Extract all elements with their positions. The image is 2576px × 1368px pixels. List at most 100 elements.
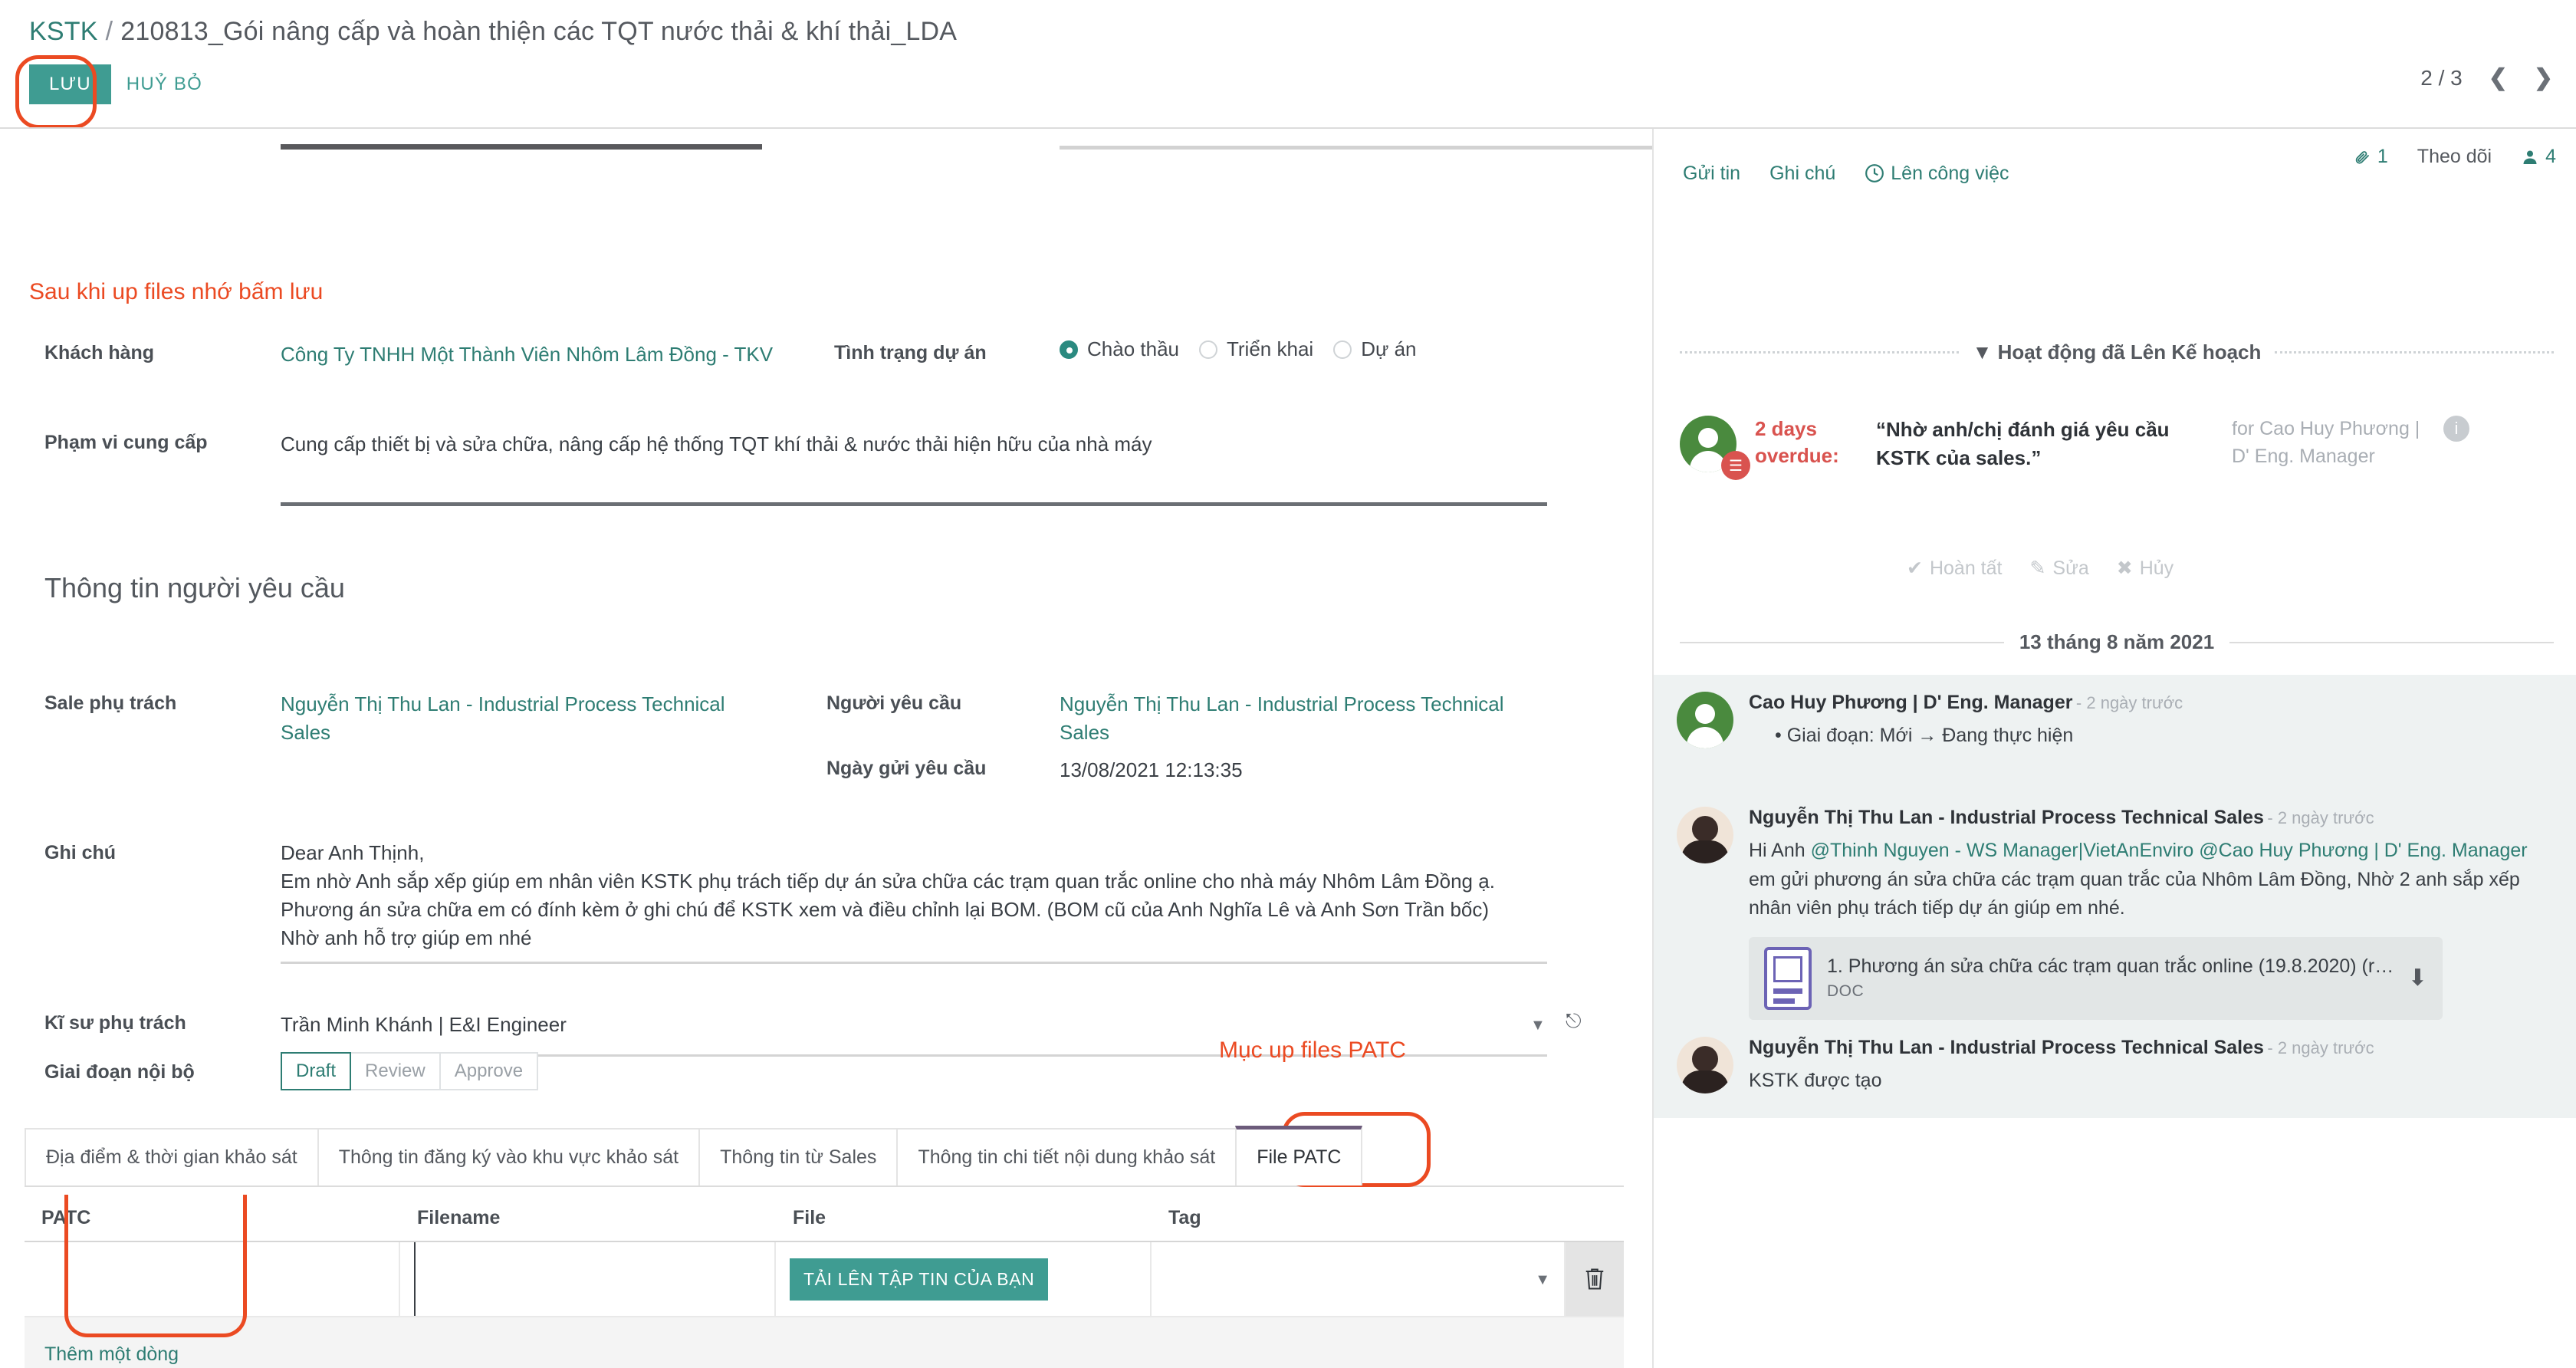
divider-line-left	[1680, 641, 2004, 643]
tab-thong-tin-tu-sales[interactable]: Thông tin từ Sales	[698, 1128, 899, 1185]
radio-label: Triển khai	[1226, 337, 1314, 360]
project-status-radio-group: Chào thầu Triển khai Dự án	[1060, 337, 1417, 361]
activity-edit-button[interactable]: ✎ Sửa	[2029, 557, 2088, 580]
attachment-count-button[interactable]: 1	[2353, 146, 2388, 168]
label-project-status: Tình trạng dự án	[834, 342, 987, 363]
log-note-label: Ghi chú	[1769, 162, 1836, 184]
log-note-button[interactable]: Ghi chú	[1769, 163, 1835, 185]
cell-patc[interactable]	[25, 1242, 400, 1316]
activity-cancel-button[interactable]: ✖ Hủy	[2117, 557, 2174, 580]
message-body: Nguyễn Thị Thu Lan - Industrial Process …	[1749, 1037, 2538, 1101]
notes-field-underline	[281, 962, 1547, 964]
radio-option-trien-khai[interactable]: Triển khai	[1198, 337, 1314, 361]
message-attachment[interactable]: 1. Phương án sửa chữa các trạm quan trắc…	[1749, 936, 2443, 1020]
message-header: Cao Huy Phương | D' Eng. Manager - 2 ngà…	[1749, 692, 2538, 714]
tab-thong-tin-chi-tiet[interactable]: Thông tin chi tiết nội dung khảo sát	[896, 1128, 1237, 1185]
cell-tag[interactable]: ▼	[1152, 1242, 1566, 1316]
divider-line-right	[2275, 351, 2555, 354]
followers-button[interactable]: 4	[2521, 146, 2556, 168]
form-sheet-pane: Sau khi up files nhớ bấm lưu Khách hàng …	[0, 129, 1654, 1368]
chevron-down-icon[interactable]: ▼	[1535, 1271, 1550, 1289]
info-icon[interactable]: i	[2443, 416, 2469, 442]
tag-input[interactable]	[1165, 1242, 1550, 1316]
chevron-down-icon[interactable]: ▼	[1530, 1017, 1546, 1034]
filename-input[interactable]	[414, 1242, 761, 1316]
notes-line: Nhờ anh hỗ trợ giúp em nhé	[281, 926, 532, 949]
tab-dia-diem-thoi-gian-khao-sat[interactable]: Địa điểm & thời gian khảo sát	[25, 1128, 319, 1185]
stage-button-approve[interactable]: Approve	[439, 1052, 539, 1090]
label-sale-owner: Sale phụ trách	[44, 692, 177, 714]
planned-activity-item: ☰ 2 days overdue: “Nhờ anh/chị đánh giá …	[1680, 416, 2561, 480]
column-header-patc: PATC	[41, 1206, 91, 1228]
paperclip-icon	[2355, 150, 2369, 164]
send-message-button[interactable]: Gửi tin	[1683, 163, 1740, 185]
notebook-tab-list: Địa điểm & thời gian khảo sát Thông tin …	[25, 1126, 1624, 1187]
notes-line: Dear Anh Thịnh,	[281, 841, 425, 864]
divider-line-left	[1680, 351, 1959, 354]
pager-next-icon[interactable]: ❯	[2534, 67, 2553, 90]
value-sale-owner[interactable]: Nguyễn Thị Thu Lan - Industrial Process …	[281, 690, 741, 747]
external-link-icon[interactable]: ⎋	[1566, 1009, 1582, 1034]
download-icon[interactable]: ⬇	[2408, 965, 2427, 991]
value-engineer[interactable]: Trần Minh Khánh | E&I Engineer	[281, 1011, 567, 1039]
activity-overdue-label: 2 days overdue:	[1755, 417, 1839, 468]
avatar	[1677, 692, 1733, 748]
stage-button-review[interactable]: Review	[350, 1052, 441, 1090]
internal-stage-buttons: Draft Review Approve	[281, 1052, 539, 1090]
label-customer: Khách hàng	[44, 342, 155, 363]
message-bullet-text: Giai đoạn: Mới → Đang thực hiện	[1786, 725, 2074, 746]
table-row: TẢI LÊN TẬP TIN CỦA BẠN ▼	[25, 1242, 1624, 1317]
value-customer[interactable]: Công Ty TNHH Một Thành Viên Nhôm Lâm Đồn…	[281, 340, 817, 369]
radio-dot-icon[interactable]	[1198, 340, 1217, 359]
planned-activity-title[interactable]: ▼ Hoạt động đã Lên Kế hoạch	[1973, 340, 2262, 364]
follower-count: 4	[2545, 146, 2556, 167]
partial-field-underline-right	[1060, 146, 1652, 150]
radio-option-du-an[interactable]: Dự án	[1333, 337, 1417, 361]
tab-thong-tin-dang-ky[interactable]: Thông tin đăng ký vào khu vực khảo sát	[317, 1128, 701, 1185]
tab-file-patc[interactable]: File PATC	[1235, 1126, 1363, 1185]
label-engineer: Kĩ sư phụ trách	[44, 1012, 186, 1034]
cell-filename[interactable]	[400, 1242, 776, 1316]
radio-option-chao-thau[interactable]: Chào thầu	[1060, 337, 1179, 361]
value-request-date[interactable]: 13/08/2021 12:13:35	[1060, 756, 1243, 784]
value-requester[interactable]: Nguyễn Thị Thu Lan - Industrial Process …	[1060, 690, 1520, 747]
planned-activity-divider: ▼ Hoạt động đã Lên Kế hoạch	[1680, 340, 2555, 364]
notes-line: Em nhờ Anh sắp xếp giúp em nhân viên KST…	[281, 869, 1495, 893]
pager-previous-icon[interactable]: ❮	[2489, 67, 2508, 90]
message-text-prefix: Hi Anh	[1749, 840, 1811, 861]
save-button[interactable]: LƯU	[29, 64, 111, 104]
mention-link[interactable]: @Thinh Nguyen - WS Manager|VietAnEnviro	[1811, 840, 2194, 861]
stage-button-draft[interactable]: Draft	[281, 1052, 352, 1090]
breadcrumb-current: 210813_Gói nâng cấp và hoàn thiện các TQ…	[120, 17, 958, 46]
label-internal-stage: Giai đoạn nội bộ	[44, 1061, 195, 1083]
radio-dot-icon[interactable]	[1060, 340, 1078, 359]
avatar-head-shape	[1692, 1046, 1718, 1072]
annotation-save-reminder: Sau khi up files nhớ bấm lưu	[29, 279, 324, 304]
activity-done-button[interactable]: ✔ Hoàn tất	[1907, 557, 2002, 580]
pager-count: 2 / 3	[2420, 66, 2463, 90]
label-requester: Người yêu cầu	[826, 692, 962, 714]
activity-type-icon: ☰	[1721, 451, 1750, 480]
radio-label: Dự án	[1361, 337, 1417, 360]
value-scope[interactable]: Cung cấp thiết bị và sửa chữa, nâng cấp …	[281, 430, 1584, 459]
date-separator-label: 13 tháng 8 năm 2021	[2019, 630, 2215, 653]
value-notes[interactable]: Dear Anh Thịnh, Em nhờ Anh sắp xếp giúp …	[281, 839, 1584, 952]
document-icon-line	[1773, 998, 1795, 1004]
attachment-count: 1	[2377, 146, 2388, 167]
discard-button[interactable]: HUỶ BỎ	[111, 63, 218, 106]
schedule-activity-button[interactable]: Lên công việc	[1865, 163, 2009, 185]
avatar-body-shape	[1687, 727, 1723, 748]
breadcrumb-root[interactable]: KSTK	[29, 17, 98, 46]
add-line-button[interactable]: Thêm một dòng	[25, 1343, 179, 1366]
delete-row-button[interactable]	[1566, 1242, 1624, 1316]
notes-line: Phương án sửa chữa em có đính kèm ở ghi …	[281, 897, 1490, 921]
upload-file-button[interactable]: TẢI LÊN TẬP TIN CỦA BẠN	[790, 1258, 1049, 1301]
mention-link[interactable]: @Cao Huy Phương | D' Eng. Manager	[2199, 840, 2527, 861]
radio-dot-icon[interactable]	[1333, 340, 1352, 359]
avatar	[1677, 807, 1733, 863]
patc-input[interactable]	[38, 1242, 385, 1316]
message-header: Nguyễn Thị Thu Lan - Industrial Process …	[1749, 1037, 2538, 1059]
attachment-meta: 1. Phương án sửa chữa các trạm quan trắc…	[1827, 955, 2408, 1001]
column-header-filename: Filename	[417, 1206, 501, 1228]
follow-button[interactable]: Theo dõi	[2417, 146, 2492, 168]
